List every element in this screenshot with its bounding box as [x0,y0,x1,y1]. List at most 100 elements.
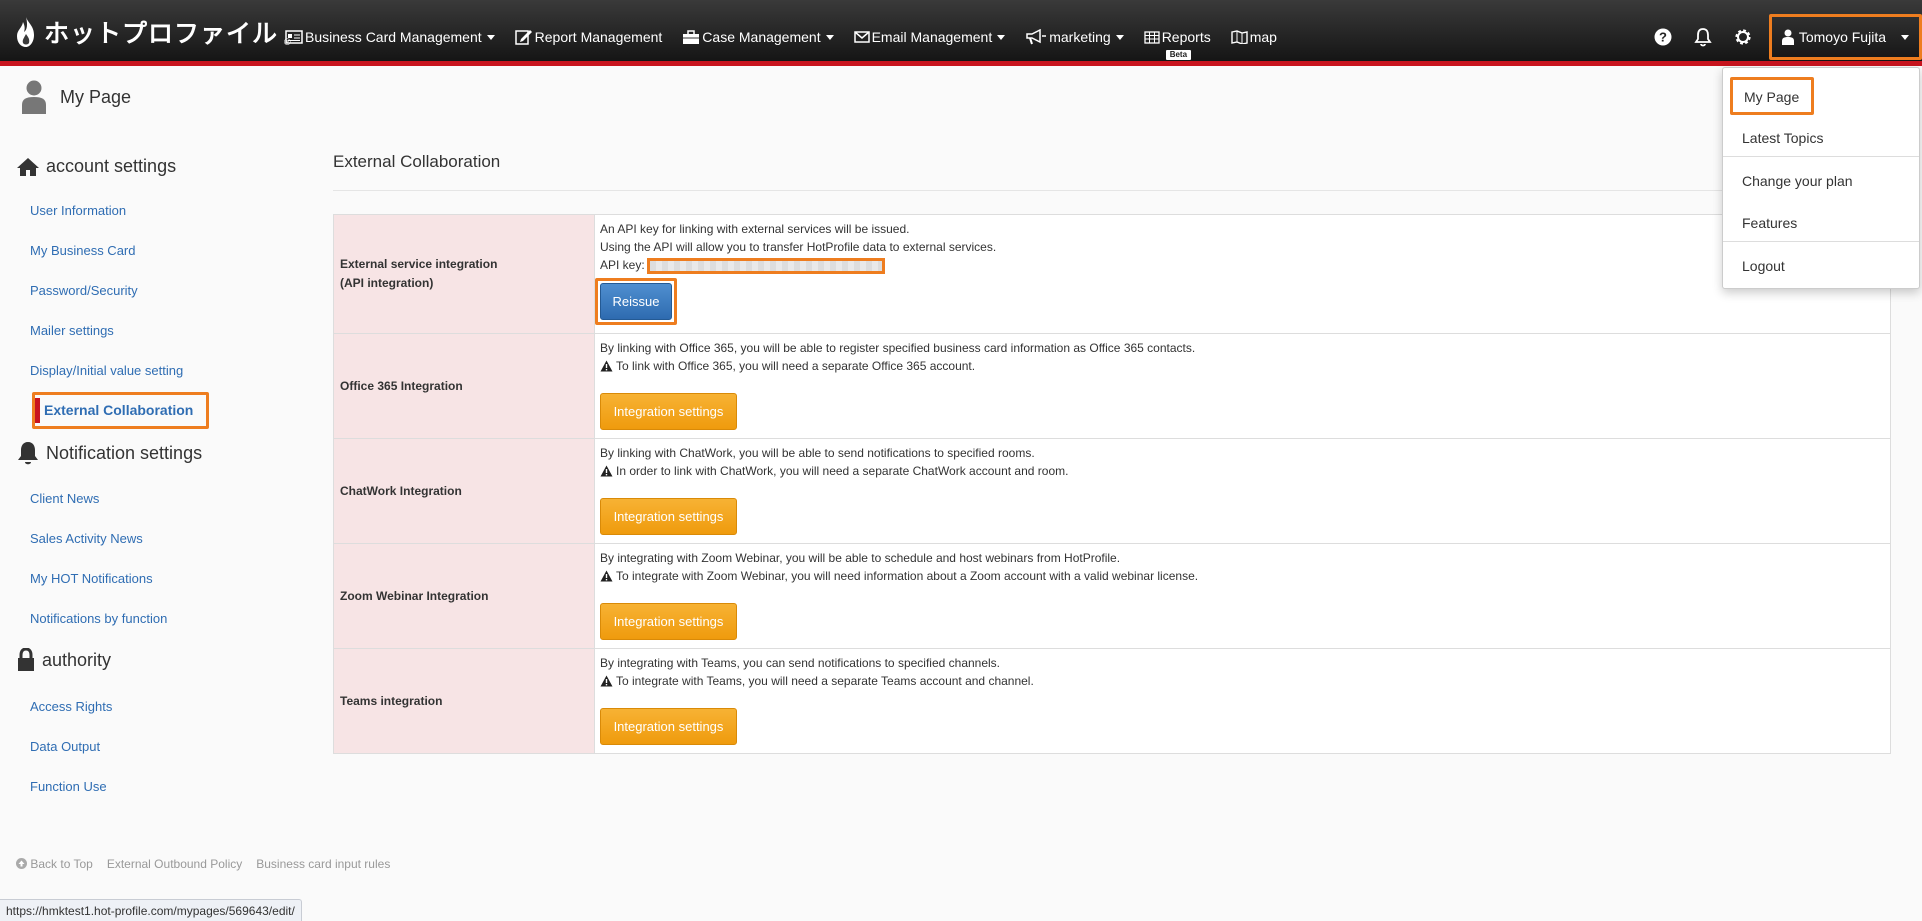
warning-icon [600,465,613,477]
sidebar-item-sales-activity-news[interactable]: Sales Activity News [30,531,143,546]
api-key-line: API key: [600,256,1885,274]
sidebar-item-mailer-settings[interactable]: Mailer settings [30,323,114,338]
nav-email-management[interactable]: Email Management [853,22,1006,52]
sidebar-item-external-collaboration[interactable]: External Collaboration [32,392,209,429]
row-warning: To integrate with Teams, you will need a… [600,672,1034,690]
lock-icon [18,648,34,671]
sidebar-item-notifications-by-function[interactable]: Notifications by function [30,611,167,626]
row-content-api-integration: An API key for linking with external ser… [594,214,1891,334]
main-nav-menu: Business Card Management Report Manageme… [285,22,1277,60]
row-label-teams: Teams integration [333,648,595,754]
user-name: Tomoyo Fujita [1798,29,1886,45]
warning-icon [600,360,613,372]
back-to-top-link[interactable]: Back to Top [16,857,93,871]
chevron-down-icon [1115,34,1124,40]
sidebar-item-access-rights[interactable]: Access Rights [30,699,112,714]
sidebar-heading-authority: authority [16,648,111,672]
user-dropdown-menu: My Page Latest Topics Change your plan F… [1722,67,1920,289]
notifications-button[interactable] [1683,17,1723,57]
sidebar-heading-label: Notification settings [46,442,203,463]
dropdown-item-features[interactable]: Features [1723,203,1919,243]
warning-icon [600,675,613,687]
dropdown-item-change-plan[interactable]: Change your plan [1723,161,1919,201]
help-button[interactable]: ? [1643,17,1683,57]
chevron-down-icon [1901,34,1909,40]
api-key-field[interactable] [646,257,885,274]
chatwork-integration-settings-button[interactable]: Integration settings [600,498,737,535]
sidebar-item-display-initial-value[interactable]: Display/Initial value setting [30,363,183,378]
zoom-integration-settings-button[interactable]: Integration settings [600,603,737,640]
dropdown-item-latest-topics[interactable]: Latest Topics [1723,118,1919,158]
sidebar-item-user-information[interactable]: User Information [30,203,126,218]
external-outbound-policy-link[interactable]: External Outbound Policy [107,857,242,871]
teams-integration-settings-button[interactable]: Integration settings [600,708,737,745]
row-warning-text: To link with Office 365, you will need a… [616,359,976,373]
table-icon [1144,30,1160,44]
row-warning: To integrate with Zoom Webinar, you will… [600,567,1198,585]
row-description: Using the API will allow you to transfer… [600,240,997,254]
row-content-zoom-webinar: By integrating with Zoom Webinar, you wi… [594,543,1891,649]
home-icon [17,157,39,176]
sidebar-item-password-security[interactable]: Password/Security [30,283,138,298]
business-card-icon [285,30,303,44]
megaphone-icon [1026,29,1047,45]
row-label-line: Zoom Webinar Integration [340,588,489,603]
reissue-button[interactable]: Reissue [600,283,672,320]
nav-report-management[interactable]: Report Management [514,22,663,52]
logo-text: ホットプロファイル [44,19,279,48]
nav-business-card-management[interactable]: Business Card Management [285,22,495,52]
gear-icon [1735,29,1751,45]
nav-label: marketing [1049,29,1111,45]
nav-label: map [1249,29,1277,45]
chevron-down-icon [825,34,834,40]
row-label-line: (API integration) [340,276,434,290]
bell-icon [1694,28,1712,47]
user-icon [1781,29,1794,45]
page-title: My Page [22,80,131,114]
nav-label: Case Management [702,29,821,45]
row-label-line: Teams integration [340,693,443,708]
section-divider [333,190,1891,191]
nav-label: Business Card Management [305,29,482,45]
bell-icon [18,442,38,465]
help-icon: ? [1654,28,1672,46]
row-description: By integrating with Zoom Webinar, you wi… [600,551,1121,565]
row-label-line: External service integration [340,257,498,271]
hotprofile-logo[interactable]: ホットプロファイル ® [14,14,291,50]
row-warning-text: To integrate with Teams, you will need a… [616,674,1034,688]
nav-map[interactable]: map [1231,22,1277,52]
row-warning-text: To integrate with Zoom Webinar, you will… [616,569,1199,583]
integrations-table: External service integration (API integr… [333,214,1891,754]
row-label-line: Office 365 Integration [340,378,463,393]
sidebar-item-data-output[interactable]: Data Output [30,739,100,754]
sidebar-item-client-news[interactable]: Client News [30,491,99,506]
row-content-chatwork: By linking with ChatWork, you will be ab… [594,438,1891,544]
table-row: Zoom Webinar Integration By integrating … [333,543,1891,649]
business-card-input-rules-link[interactable]: Business card input rules [256,857,390,871]
row-label-chatwork: ChatWork Integration [333,438,595,544]
user-menu-button[interactable]: Tomoyo Fujita [1768,14,1922,60]
report-icon [514,30,532,45]
nav-reports[interactable]: Reports Beta [1144,22,1211,60]
dropdown-item-my-page[interactable]: My Page [1730,77,1814,115]
dropdown-item-logout[interactable]: Logout [1723,246,1919,286]
beta-badge: Beta [1165,50,1192,60]
page-title-text: My Page [60,86,132,107]
footer-links: Back to Top External Outbound Policy Bus… [16,857,390,871]
row-description: By linking with Office 365, you will be … [600,341,1196,355]
sidebar-heading-label: account settings [46,156,177,176]
nav-case-management[interactable]: Case Management [682,22,834,52]
back-to-top-label: Back to Top [30,857,93,871]
envelope-icon [853,31,870,43]
sidebar-item-my-hot-notifications[interactable]: My HOT Notifications [30,571,153,586]
row-warning-text: In order to link with ChatWork, you will… [616,464,1069,478]
sidebar-item-function-use[interactable]: Function Use [30,779,107,794]
top-navbar: ホットプロファイル ® Business Card Management Rep… [0,0,1922,66]
row-label-zoom-webinar: Zoom Webinar Integration [333,543,595,649]
map-icon [1231,30,1248,44]
office365-integration-settings-button[interactable]: Integration settings [600,393,737,430]
sidebar-item-my-business-card[interactable]: My Business Card [30,243,135,258]
settings-button[interactable] [1723,17,1763,57]
nav-marketing[interactable]: marketing [1025,22,1124,52]
nav-label: Report Management [534,29,663,45]
